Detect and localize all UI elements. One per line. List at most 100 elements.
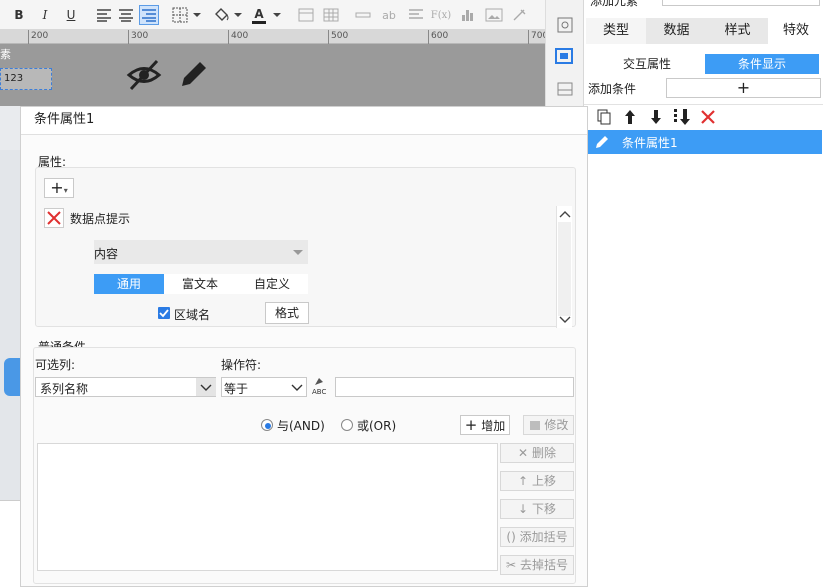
arrow-down-icon[interactable] xyxy=(648,108,664,126)
cell-value: 123 xyxy=(4,73,24,84)
cell-icon[interactable] xyxy=(298,8,314,22)
delete-button[interactable]: ✕ 删除 xyxy=(500,443,574,463)
remove-bracket-button[interactable]: ✂ 去掉括号 xyxy=(500,555,574,575)
ruler-tick: 200 xyxy=(28,30,48,44)
align-center-icon[interactable] xyxy=(118,8,134,22)
column-label: 可选列: xyxy=(35,358,76,372)
plus-icon: + xyxy=(50,178,64,197)
column-select[interactable]: 系列名称 xyxy=(35,377,216,397)
hidden-eye-icon[interactable] xyxy=(126,58,162,92)
divider xyxy=(584,104,823,105)
align-right-button[interactable] xyxy=(139,5,159,25)
ruler-tick: 600 xyxy=(428,30,448,44)
settings-icon[interactable] xyxy=(556,16,574,34)
move-bottom-icon[interactable] xyxy=(672,107,692,127)
move-down-button[interactable]: ↓ 下移 xyxy=(500,499,574,519)
brush-icon[interactable] xyxy=(512,7,528,23)
chevron-down-icon[interactable] xyxy=(270,8,284,22)
bold-button[interactable]: B xyxy=(12,7,26,24)
ruler-tick: 400 xyxy=(228,30,248,44)
attribute-scrollbar[interactable] xyxy=(556,206,572,328)
arrow-up-icon: ↑ xyxy=(518,474,529,488)
add-attribute-button[interactable]: +▾ xyxy=(44,178,74,198)
arrow-down-icon: ↓ xyxy=(518,502,529,516)
radio-and[interactable] xyxy=(261,419,273,431)
tab-effects[interactable]: 特效 xyxy=(768,18,823,44)
ruler-tick: 300 xyxy=(128,30,148,44)
tab-general[interactable]: 通用 xyxy=(94,274,164,294)
paragraph-icon[interactable] xyxy=(408,8,424,22)
line-icon[interactable] xyxy=(355,10,371,20)
remove-bracket-label: 去掉括号 xyxy=(519,558,568,572)
design-canvas: 素 123 xyxy=(0,44,545,106)
move-up-label: 上移 xyxy=(531,474,556,488)
table-icon[interactable] xyxy=(323,8,339,22)
operator-select-value: 等于 xyxy=(224,382,249,396)
condition-value-input[interactable] xyxy=(335,377,574,397)
font-color-button[interactable]: A xyxy=(252,7,266,24)
column-dropdown-button[interactable] xyxy=(196,378,216,396)
delete-icon[interactable] xyxy=(700,109,716,125)
radio-or[interactable] xyxy=(341,419,353,431)
radio-dot xyxy=(265,423,271,429)
condition-list[interactable] xyxy=(37,443,498,571)
remove-bracket-icon: ✂ xyxy=(506,558,517,572)
operator-select[interactable]: 等于 xyxy=(221,377,307,397)
delete-button-label: 删除 xyxy=(531,446,556,460)
condition-dialog: 条件属性1 属性: +▾ 数据点提示 内容 通用 富文本 自定义 区域名 格式 xyxy=(20,106,588,587)
svg-text:ABC: ABC xyxy=(312,388,326,396)
add-button[interactable]: + 增加 xyxy=(460,415,510,435)
remove-attribute-icon[interactable] xyxy=(44,208,64,228)
tab-interaction[interactable]: 交互属性 xyxy=(590,54,704,74)
border-icon[interactable] xyxy=(172,7,204,23)
operator-label: 操作符: xyxy=(221,358,262,372)
modify-button-label: 修改 xyxy=(544,418,569,432)
side-icon-strip xyxy=(545,0,583,106)
attribute-list: 数据点提示 内容 通用 富文本 自定义 区域名 格式 xyxy=(38,204,556,326)
column-select-value: 系列名称 xyxy=(40,382,89,396)
formula-button[interactable]: F(x) xyxy=(430,7,452,24)
align-left-icon[interactable] xyxy=(96,8,112,22)
background-table-fragment xyxy=(0,500,20,587)
arrow-up-icon[interactable] xyxy=(622,108,638,126)
tab-style[interactable]: 样式 xyxy=(707,18,769,44)
edit-pencil-icon[interactable] xyxy=(178,58,212,90)
attributes-group: +▾ 数据点提示 内容 通用 富文本 自定义 区域名 格式 xyxy=(35,167,576,328)
canvas-cell[interactable]: 123 xyxy=(0,68,52,90)
tab-type[interactable]: 类型 xyxy=(586,18,647,44)
chevron-down-icon[interactable] xyxy=(288,380,306,396)
fill-color-icon[interactable] xyxy=(212,6,244,24)
tab-condition-display[interactable]: 条件显示 xyxy=(705,54,819,74)
modify-button[interactable]: 修改 xyxy=(523,415,574,435)
plus-icon: + xyxy=(464,416,478,434)
move-down-label: 下移 xyxy=(531,502,556,516)
frame-icon[interactable] xyxy=(556,80,574,98)
italic-button[interactable]: I xyxy=(38,7,52,24)
tab-rich-text[interactable]: 富文本 xyxy=(164,274,236,294)
attribute-title: 数据点提示 xyxy=(70,212,131,226)
image-icon[interactable] xyxy=(485,7,503,23)
chevron-down-icon xyxy=(200,384,212,391)
region-name-checkbox[interactable] xyxy=(158,307,170,319)
dialog-title: 条件属性1 xyxy=(21,107,587,135)
content-select[interactable]: 内容 xyxy=(94,240,308,264)
chevron-up-icon xyxy=(559,211,571,218)
scroll-thumb[interactable] xyxy=(558,222,571,316)
format-button[interactable]: 格式 xyxy=(265,302,309,324)
widget-button[interactable] xyxy=(553,46,577,68)
condition-list-item[interactable]: 条件属性1 xyxy=(588,130,822,154)
add-condition-button[interactable]: + xyxy=(666,78,821,98)
add-element-field[interactable] xyxy=(662,0,820,6)
add-bracket-button[interactable]: () 添加括号 xyxy=(500,527,574,547)
chevron-down-icon xyxy=(559,316,571,323)
chevron-down-icon xyxy=(293,250,303,255)
tab-data[interactable]: 数据 xyxy=(646,18,708,44)
underline-button[interactable]: U xyxy=(64,7,78,24)
copy-icon[interactable] xyxy=(596,108,612,126)
tab-custom[interactable]: 自定义 xyxy=(236,274,308,294)
move-up-button[interactable]: ↑ 上移 xyxy=(500,471,574,491)
check-icon xyxy=(159,309,169,318)
value-type-icon[interactable]: ABC xyxy=(311,375,333,397)
bar-chart-icon[interactable] xyxy=(460,7,476,23)
text-ab-button[interactable]: ab xyxy=(380,7,398,24)
